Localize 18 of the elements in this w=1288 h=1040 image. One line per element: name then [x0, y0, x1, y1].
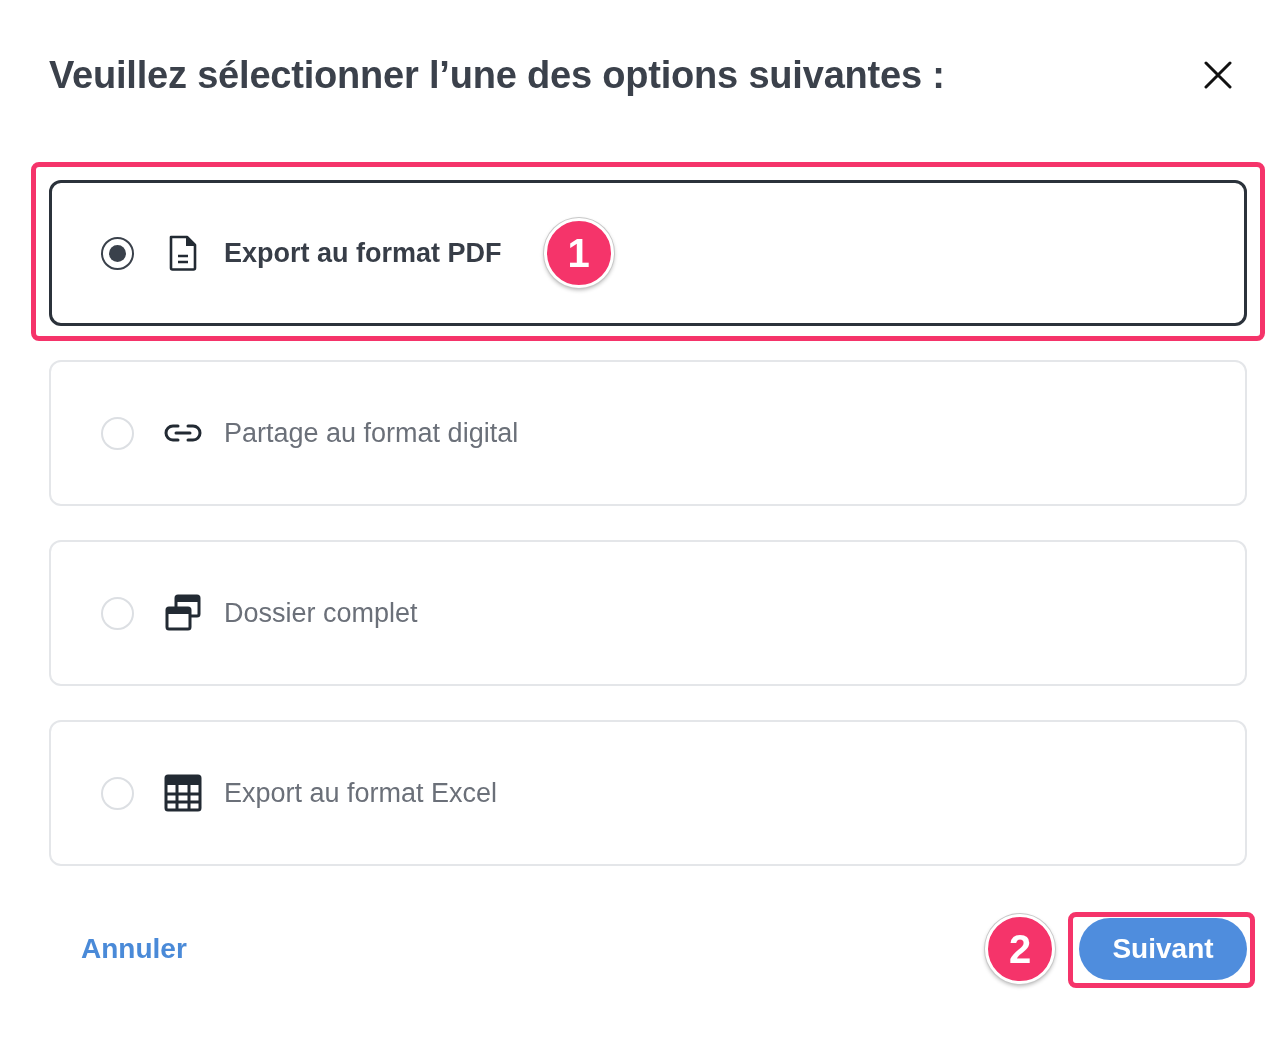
- close-button[interactable]: [1204, 61, 1232, 89]
- option-card[interactable]: Partage au format digital: [49, 360, 1247, 506]
- option-label: Dossier complet: [224, 597, 418, 629]
- option-card[interactable]: Export au format Excel: [49, 720, 1247, 866]
- radio-button[interactable]: [101, 236, 134, 270]
- option-label: Partage au format digital: [224, 417, 519, 449]
- step-badge: 2: [985, 914, 1055, 984]
- option-label: Export au format Excel: [224, 777, 498, 809]
- link-icon: [164, 423, 202, 443]
- option-card[interactable]: Export au format PDF 1: [49, 180, 1247, 326]
- step-badge: 1: [543, 218, 614, 288]
- next-button[interactable]: Suivant: [1079, 918, 1247, 980]
- cancel-link[interactable]: Annuler: [49, 933, 187, 965]
- windows-icon: [164, 594, 202, 632]
- option-card[interactable]: Dossier complet: [49, 540, 1247, 686]
- table-icon: [164, 774, 202, 812]
- dialog-title: Veuillez sélectionner l’une des options suivantes :: [49, 53, 945, 98]
- option-label: Export au format PDF: [224, 237, 502, 269]
